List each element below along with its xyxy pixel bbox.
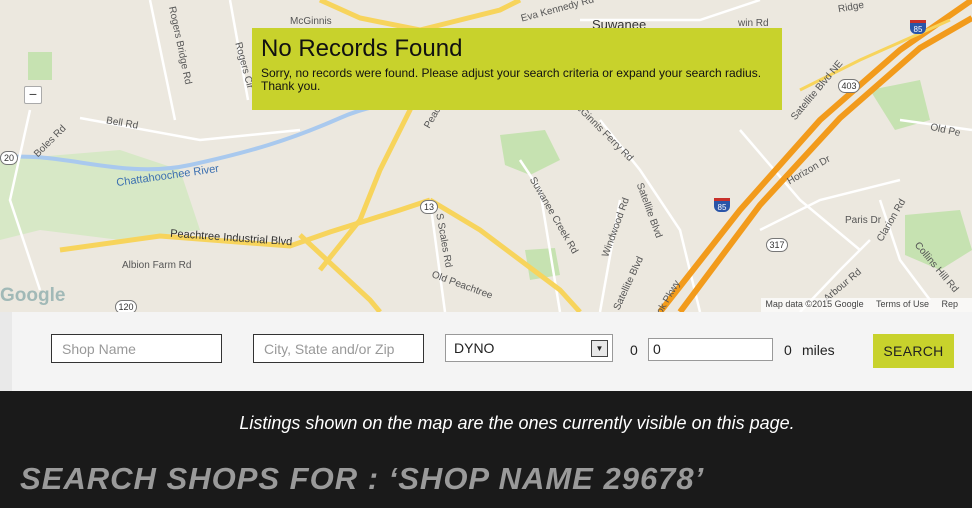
terms-of-use-link[interactable]: Terms of Use	[876, 299, 929, 309]
notice-title: No Records Found	[261, 35, 463, 62]
listing-note: Listings shown on the map are the ones c…	[239, 413, 795, 433]
map[interactable]: McGinnis Eva Kennedy Rd Suwanee Rogers B…	[0, 0, 972, 312]
route-317-shield: 317	[766, 238, 788, 252]
miles-label: miles	[802, 342, 835, 358]
category-select[interactable]: DYNO ▼	[445, 334, 613, 362]
radius-input[interactable]: 0	[648, 338, 773, 361]
road-label-paris: Paris Dr	[845, 215, 882, 226]
category-selected-value: DYNO	[454, 340, 495, 356]
map-attribution: Map data ©2015 Google Terms of Use Rep	[761, 298, 972, 312]
interstate-85-shield-north: 85	[910, 20, 926, 34]
zoom-out-button[interactable]: −	[24, 86, 42, 104]
no-records-notice: No Records Found Sorry, no records were …	[252, 28, 782, 110]
map-data-text: Map data ©2015 Google	[765, 299, 864, 309]
google-logo: Google	[0, 285, 66, 306]
results-footer: Listings shown on the map are the ones c…	[0, 391, 972, 508]
report-link[interactable]: Rep	[941, 299, 958, 309]
search-heading: SEARCH SHOPS FOR : ‘SHOP NAME 29678’	[20, 461, 705, 496]
road-label-mcginnis-top: McGinnis	[290, 16, 332, 27]
search-button[interactable]: SEARCH	[873, 334, 954, 368]
shop-name-input[interactable]: Shop Name	[51, 334, 222, 363]
route-20-shield: 20	[0, 151, 18, 165]
route-120-shield: 120	[115, 300, 137, 312]
chevron-down-icon[interactable]: ▼	[591, 340, 608, 357]
route-13-shield: 13	[420, 200, 438, 214]
interstate-85-shield: 85	[714, 198, 730, 212]
min-radius-text: 0	[630, 342, 638, 358]
notice-message: Sorry, no records were found. Please adj…	[261, 66, 762, 93]
search-bar: Shop Name City, State and/or Zip DYNO ▼ …	[0, 312, 972, 391]
max-radius-text: 0	[784, 342, 792, 358]
location-input[interactable]: City, State and/or Zip	[253, 334, 424, 363]
route-403-shield: 403	[838, 79, 860, 93]
road-label-albion: Albion Farm Rd	[122, 260, 192, 271]
